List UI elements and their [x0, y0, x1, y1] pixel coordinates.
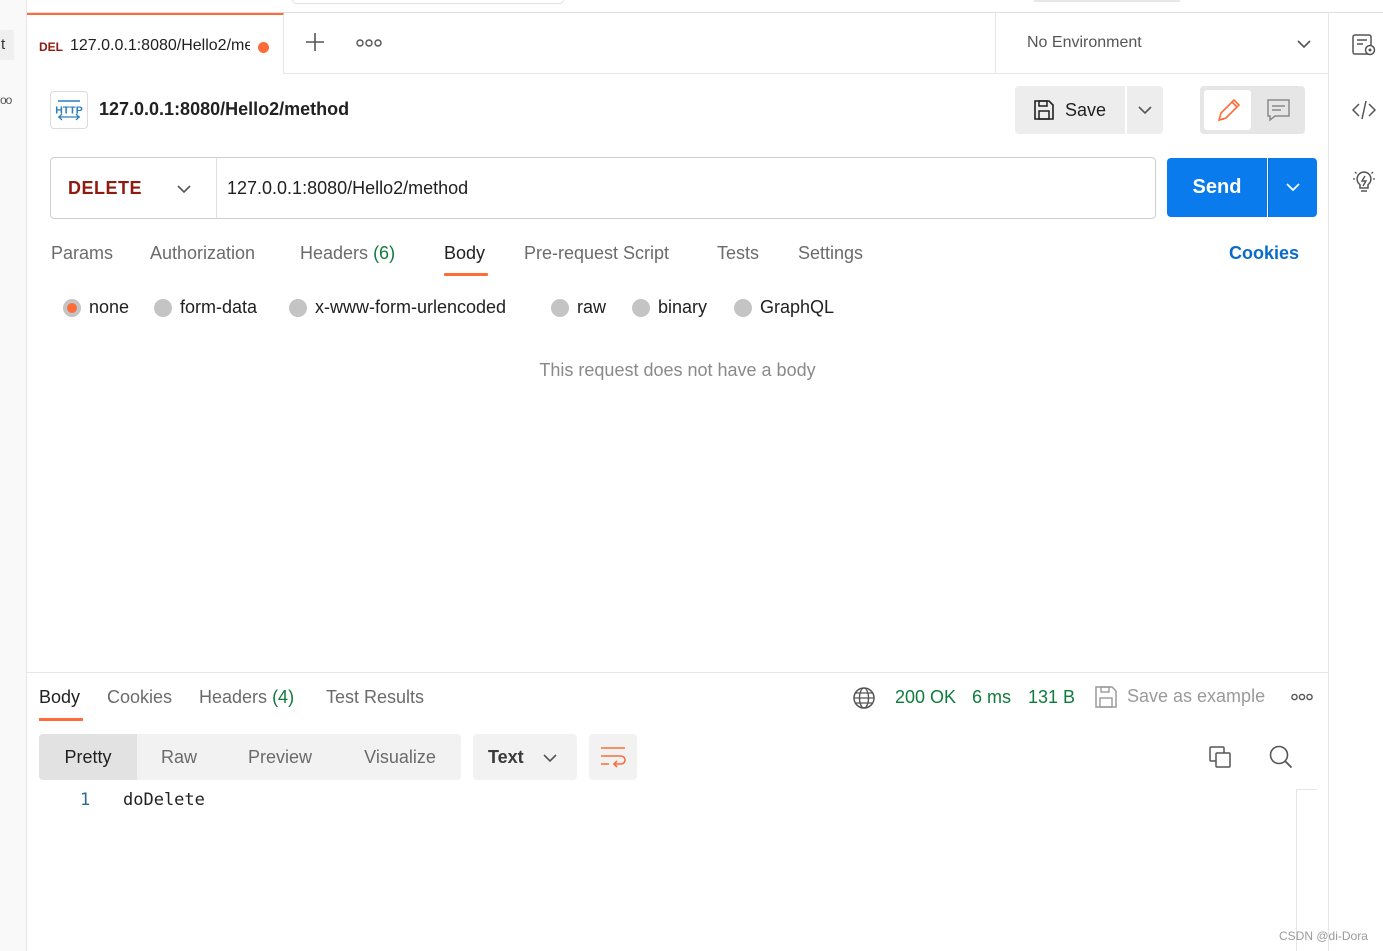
- left-sidebar-more[interactable]: oo: [0, 93, 12, 113]
- tab-tests[interactable]: Tests: [717, 243, 759, 264]
- tab-params[interactable]: Params: [51, 243, 113, 264]
- send-dropdown-button[interactable]: [1268, 158, 1317, 217]
- right-context-bar: [1328, 13, 1383, 951]
- send-button[interactable]: Send: [1167, 158, 1267, 217]
- wrap-lines-icon[interactable]: [589, 734, 637, 780]
- response-time[interactable]: 6 ms: [972, 687, 1011, 708]
- response-tab-test-results[interactable]: Test Results: [326, 687, 424, 708]
- method-label: DELETE: [68, 178, 143, 198]
- ellipsis-icon[interactable]: [1291, 692, 1313, 702]
- save-as-example-button[interactable]: Save as example: [1127, 686, 1265, 707]
- environment-quick-look-icon[interactable]: [1351, 32, 1377, 58]
- tab-settings[interactable]: Settings: [798, 243, 863, 264]
- response-view-switcher: Pretty Raw Preview Visualize: [39, 734, 461, 780]
- left-sidebar: [0, 0, 27, 951]
- left-sidebar-tab[interactable]: t: [0, 30, 14, 60]
- code-icon[interactable]: [1351, 97, 1377, 123]
- format-label: Text: [488, 747, 524, 767]
- svg-text:HTTP: HTTP: [55, 105, 82, 117]
- method-select[interactable]: DELETE: [51, 158, 217, 218]
- chevron-down-icon: [176, 181, 192, 197]
- radio-icon: [734, 299, 752, 317]
- response-status[interactable]: 200 OK: [895, 687, 956, 708]
- edit-mode-toggle: [1200, 86, 1305, 134]
- request-name[interactable]: 127.0.0.1:8080/Hello2/method: [99, 99, 349, 120]
- tab-headers[interactable]: Headers (6): [300, 243, 395, 264]
- response-size[interactable]: 131 B: [1028, 687, 1075, 708]
- tab-pre-request-script[interactable]: Pre-request Script: [524, 243, 669, 264]
- chevron-down-icon: [543, 751, 557, 765]
- tab-authorization[interactable]: Authorization: [150, 243, 255, 264]
- url-bar: DELETE: [50, 157, 1156, 219]
- response-tab-body[interactable]: Body: [39, 687, 80, 708]
- http-icon: HTTP: [50, 91, 88, 129]
- floppy-disk-icon: [1033, 99, 1055, 121]
- watermark: CSDN @di-Dora: [1279, 929, 1368, 943]
- search-icon[interactable]: [1268, 744, 1294, 770]
- empty-body-message: This request does not have a body: [539, 360, 816, 380]
- response-active-tab-indicator: [39, 718, 83, 721]
- environment-selector[interactable]: No Environment: [995, 13, 1328, 74]
- radio-selected-icon: [63, 299, 81, 317]
- response-scrollbar[interactable]: [1296, 789, 1317, 951]
- ellipsis-icon[interactable]: [356, 37, 382, 49]
- plus-icon[interactable]: [303, 30, 327, 54]
- view-pretty[interactable]: Pretty: [39, 734, 137, 780]
- tab-method-badge: DEL: [39, 40, 63, 54]
- copy-icon[interactable]: [1208, 745, 1232, 769]
- radio-icon: [551, 299, 569, 317]
- radio-icon: [154, 299, 172, 317]
- chevron-down-icon: [1296, 36, 1312, 52]
- response-body-line[interactable]: doDelete: [123, 790, 205, 810]
- cookies-link[interactable]: Cookies: [1229, 243, 1299, 264]
- tab-title: 127.0.0.1:8080/Hello2/method: [70, 37, 250, 54]
- response-tab-headers[interactable]: Headers (4): [199, 687, 294, 708]
- save-button[interactable]: Save: [1015, 86, 1125, 134]
- lightbulb-icon[interactable]: [1351, 168, 1377, 196]
- radio-icon: [632, 299, 650, 317]
- view-visualize[interactable]: Visualize: [339, 734, 461, 780]
- active-tab-indicator: [444, 273, 488, 276]
- top-toolbar-fragment: [292, 0, 564, 4]
- response-divider[interactable]: [27, 672, 1328, 673]
- comment-icon[interactable]: [1255, 90, 1302, 130]
- environment-label: No Environment: [1027, 34, 1142, 51]
- url-input[interactable]: [227, 166, 1127, 210]
- unsaved-dot-icon: [258, 42, 269, 53]
- radio-icon: [289, 299, 307, 317]
- response-tab-cookies[interactable]: Cookies: [107, 687, 172, 708]
- view-preview[interactable]: Preview: [221, 734, 339, 780]
- floppy-disk-icon: [1094, 685, 1118, 709]
- tab-body[interactable]: Body: [444, 243, 485, 264]
- view-raw[interactable]: Raw: [137, 734, 221, 780]
- save-dropdown-button[interactable]: [1127, 86, 1163, 134]
- pencil-icon[interactable]: [1204, 90, 1251, 130]
- line-number: 1: [80, 790, 91, 810]
- save-label: Save: [1065, 100, 1107, 120]
- request-tab-active[interactable]: DEL 127.0.0.1:8080/Hello2/method: [27, 13, 284, 74]
- format-select[interactable]: Text: [473, 734, 577, 780]
- globe-icon[interactable]: [852, 686, 876, 710]
- top-toolbar-fragment-2: [1034, 0, 1180, 2]
